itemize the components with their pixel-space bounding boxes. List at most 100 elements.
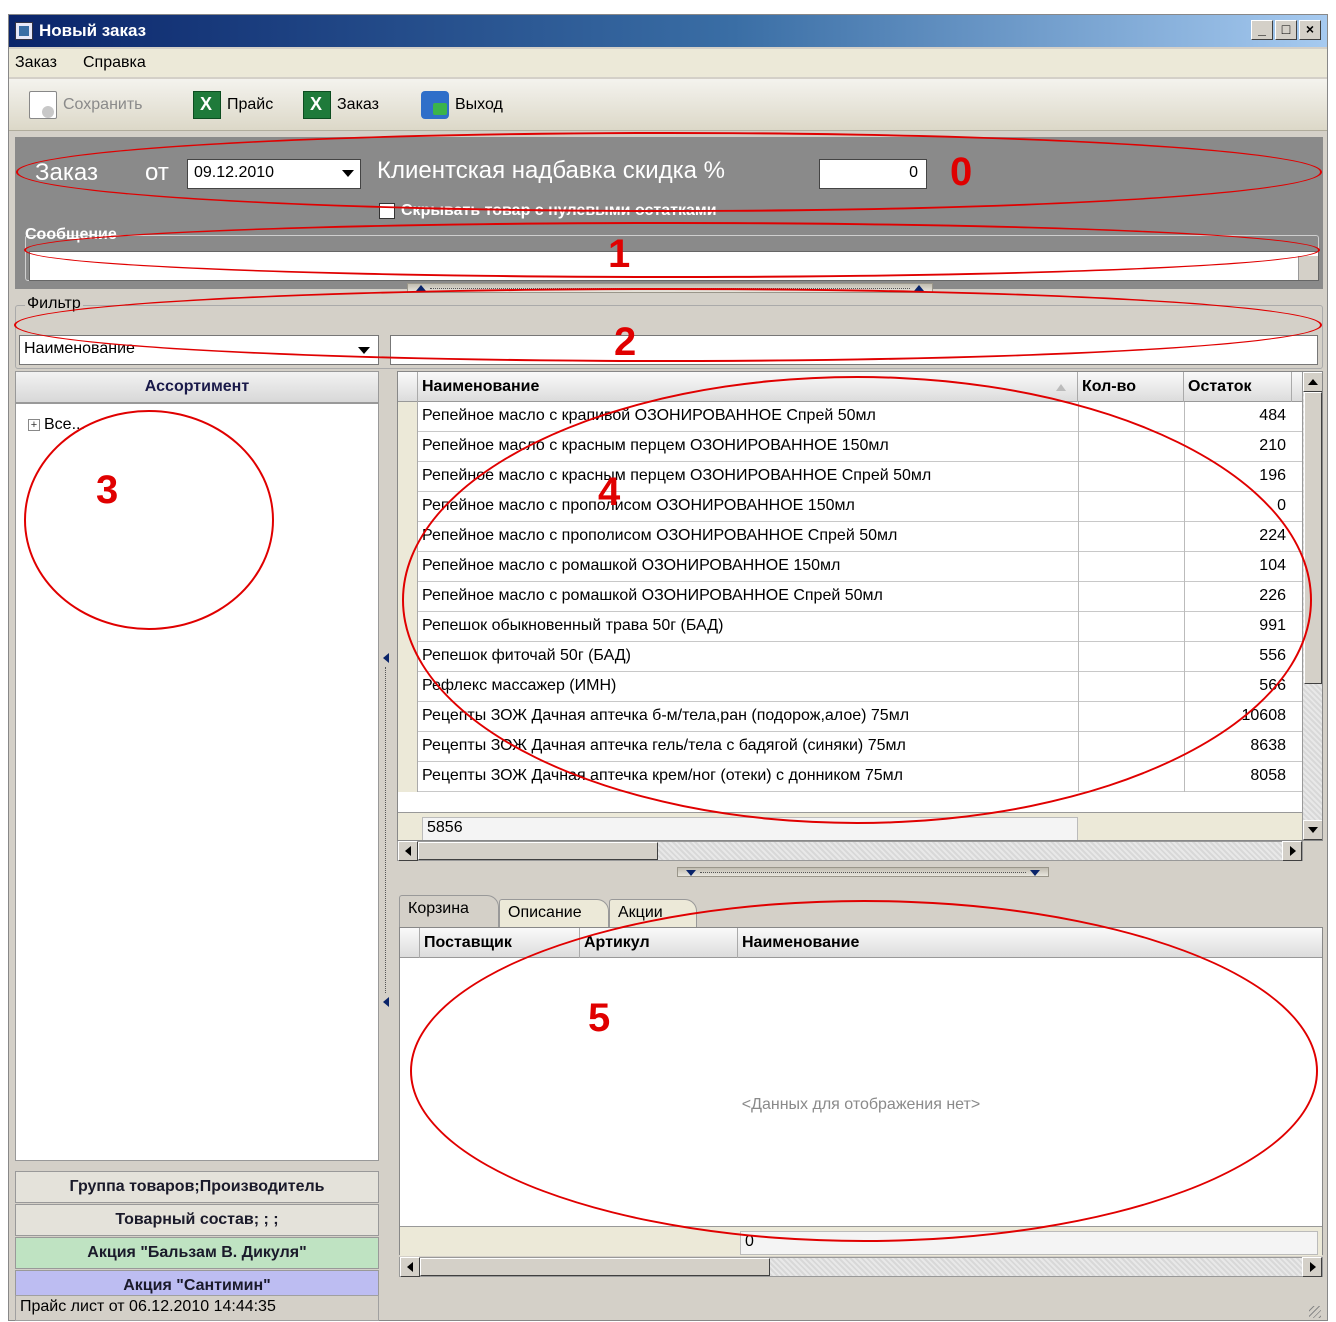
quantity-cell[interactable] [1078,762,1184,792]
close-button[interactable]: × [1299,20,1321,40]
row-indicator[interactable] [398,462,418,492]
checkbox-box[interactable] [379,203,395,219]
row-indicator[interactable] [398,612,418,642]
column-supplier[interactable]: Поставщик [420,928,580,958]
column-basket-name[interactable]: Наименование [738,928,1324,958]
chevron-down-icon[interactable] [358,347,370,354]
scroll-left-button[interactable] [400,1257,420,1277]
product-name-cell: Репешок обыкновенный трава 50г (БАД) [422,617,724,634]
menu-help[interactable]: Справка [83,54,146,72]
tab-promotions[interactable]: Акции [609,899,697,927]
header-splitter[interactable] [407,283,933,293]
stock-cell: 556 [1184,642,1292,672]
column-name[interactable]: Наименование [418,372,1078,402]
order-date-picker[interactable]: 09.12.2010 [187,159,361,189]
row-indicator[interactable] [398,492,418,522]
quantity-cell[interactable] [1078,402,1184,432]
scroll-thumb[interactable] [1304,392,1322,684]
quantity-cell[interactable] [1078,462,1184,492]
quantity-cell[interactable] [1078,642,1184,672]
menu-order[interactable]: Заказ [15,54,57,72]
maximize-button[interactable]: □ [1275,20,1297,40]
row-indicator[interactable] [398,402,418,432]
column-article[interactable]: Артикул [580,928,738,958]
table-row[interactable]: Репейное масло с красным перцем ОЗОНИРОВ… [398,462,1304,492]
tab-basket[interactable]: Корзина [399,895,499,929]
table-row[interactable]: Репейное масло с прополисом ОЗОНИРОВАННО… [398,492,1304,522]
table-row[interactable]: Репешок фиточай 50г (БАД) 556 [398,642,1304,672]
filter-field-select[interactable]: Наименование [19,335,379,365]
row-indicator[interactable] [398,642,418,672]
basket-grid[interactable]: Поставщик Артикул Наименование <Данных д… [399,927,1324,1256]
quantity-cell[interactable] [1078,702,1184,732]
table-row[interactable]: Репейное масло с крапивой ОЗОНИРОВАННОЕ … [398,402,1304,432]
resize-grip-icon[interactable] [1309,1306,1321,1318]
grid-splitter[interactable] [677,867,1049,877]
quantity-cell[interactable] [1078,582,1184,612]
price-button-label: Прайс [227,96,274,113]
assortment-header[interactable]: Ассортимент [15,371,379,403]
row-indicator[interactable] [398,672,418,702]
scroll-up-button[interactable] [1303,372,1322,392]
products-horizontal-scrollbar[interactable] [397,841,1303,861]
scroll-thumb[interactable] [418,842,658,860]
products-vertical-scrollbar[interactable] [1302,372,1322,840]
hide-zero-stock-label: Скрывать товар с нулевыми остатками [401,202,717,219]
table-row[interactable]: Репешок обыкновенный трава 50г (БАД) 991 [398,612,1304,642]
quantity-cell[interactable] [1078,492,1184,522]
excel-icon [303,91,331,119]
tree-node-all[interactable]: + Все... [28,416,85,434]
row-indicator[interactable] [398,522,418,552]
column-stock[interactable]: Остаток [1184,372,1292,402]
table-row[interactable]: Репейное масло с прополисом ОЗОНИРОВАННО… [398,522,1304,552]
row-indicator[interactable] [398,762,418,792]
markup-percent-input[interactable]: 0 [819,159,927,189]
quantity-cell[interactable] [1078,432,1184,462]
table-row[interactable]: Рецепты ЗОЖ Дачная аптечка гель/тела с б… [398,732,1304,762]
composition-button[interactable]: Товарный состав; ; ; [15,1204,379,1236]
quantity-cell[interactable] [1078,672,1184,702]
minimize-button[interactable]: _ [1251,20,1273,40]
order-export-button[interactable]: Заказ [303,89,379,121]
row-indicator[interactable] [398,702,418,732]
scroll-left-button[interactable] [398,841,418,861]
message-scroll-button[interactable] [1298,256,1318,280]
table-row[interactable]: Репейное масло с красным перцем ОЗОНИРОВ… [398,432,1304,462]
column-quantity[interactable]: Кол-во [1078,372,1184,402]
exit-button[interactable]: Выход [421,89,503,121]
filter-text-input[interactable] [390,335,1318,365]
scroll-thumb[interactable] [420,1258,770,1276]
price-export-button[interactable]: Прайс [193,89,273,121]
quantity-cell[interactable] [1078,552,1184,582]
title-bar[interactable]: Новый заказ _ □ × [9,15,1327,47]
row-indicator[interactable] [398,432,418,462]
row-indicator[interactable] [398,732,418,762]
products-grid[interactable]: Наименование Кол-во Остаток Репейное мас… [397,371,1323,841]
chevron-down-icon[interactable] [342,170,354,177]
scroll-right-button[interactable] [1302,1257,1322,1277]
table-row[interactable]: Рецепты ЗОЖ Дачная аптечка б-м/тела,ран … [398,702,1304,732]
table-row[interactable]: Рецепты ЗОЖ Дачная аптечка крем/ног (оте… [398,762,1304,792]
message-legend: Сообщение [25,226,117,243]
table-row[interactable]: Репейное масло с ромашкой ОЗОНИРОВАННОЕ … [398,552,1304,582]
row-indicator[interactable] [398,582,418,612]
table-row[interactable]: Рефлекс массажер (ИМН) 566 [398,672,1304,702]
hide-zero-stock-checkbox[interactable]: Скрывать товар с нулевыми остатками [379,202,717,220]
basket-horizontal-scrollbar[interactable] [399,1257,1323,1277]
tab-description[interactable]: Описание [499,899,609,927]
save-button[interactable]: Сохранить [29,89,143,121]
group-by-category-button[interactable]: Группа товаров;Производитель [15,1171,379,1203]
assortment-tree[interactable]: + Все... [15,403,379,1161]
scroll-right-button[interactable] [1282,841,1302,861]
vertical-splitter[interactable] [381,645,391,1015]
scroll-down-button[interactable] [1303,820,1322,840]
expand-plus-icon[interactable]: + [28,419,40,431]
table-row[interactable]: Репейное масло с ромашкой ОЗОНИРОВАННОЕ … [398,582,1304,612]
row-indicator[interactable] [398,552,418,582]
message-field[interactable] [29,251,1319,281]
annotation-number-5: 5 [588,996,611,1040]
quantity-cell[interactable] [1078,522,1184,552]
quantity-cell[interactable] [1078,612,1184,642]
quantity-cell[interactable] [1078,732,1184,762]
promo-dikul-button[interactable]: Акция "Бальзам В. Дикуля" [15,1237,379,1269]
